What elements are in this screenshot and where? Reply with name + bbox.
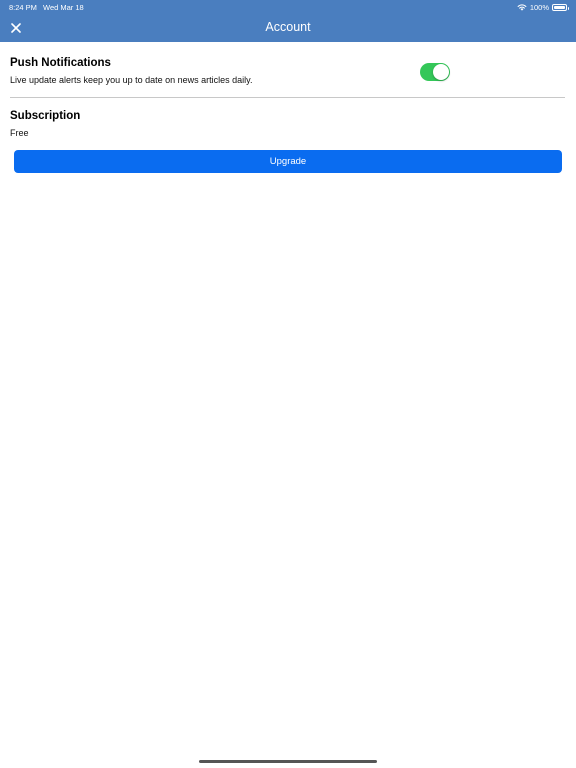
toggle-knob [433, 64, 449, 80]
status-time: 8:24 PM [9, 3, 37, 12]
push-notifications-title: Push Notifications [10, 57, 111, 69]
section-divider [10, 97, 565, 98]
account-screen: 8:24 PM Wed Mar 18 100% Account Push Not… [0, 0, 576, 768]
subscription-plan: Free [10, 128, 29, 138]
header: 8:24 PM Wed Mar 18 100% Account [0, 0, 576, 42]
wifi-icon [517, 4, 527, 11]
status-bar: 8:24 PM Wed Mar 18 100% [0, 0, 576, 14]
status-date: Wed Mar 18 [43, 3, 84, 12]
page-title: Account [265, 20, 311, 34]
push-notifications-description: Live update alerts keep you up to date o… [10, 75, 253, 85]
status-indicators: 100% [517, 2, 569, 12]
battery-icon [552, 3, 569, 11]
battery-percent: 100% [529, 2, 549, 12]
push-notifications-toggle[interactable] [420, 63, 450, 81]
upgrade-button[interactable]: Upgrade [14, 150, 562, 173]
nav-bar: Account [0, 14, 576, 42]
subscription-title: Subscription [10, 110, 81, 122]
home-indicator [199, 760, 377, 763]
